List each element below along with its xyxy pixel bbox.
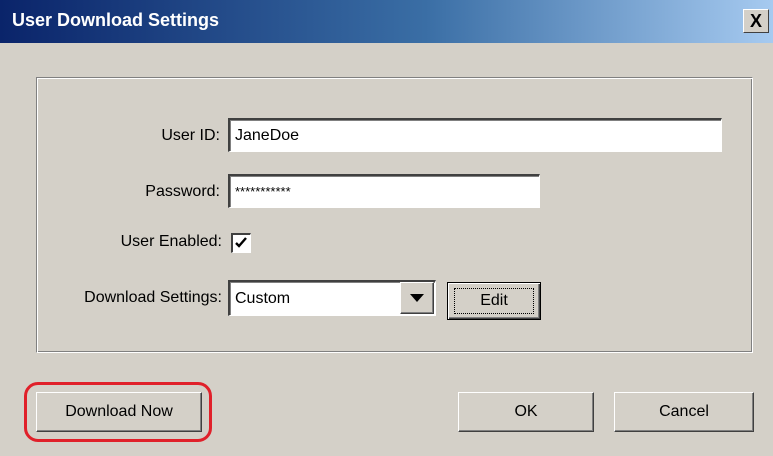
cancel-label: Cancel (659, 403, 709, 420)
dialog-title: User Download Settings (12, 10, 220, 30)
download-now-highlight (24, 382, 212, 442)
password-label: Password: (145, 183, 220, 200)
edit-focus-rect (454, 288, 534, 314)
ok-button[interactable]: OK (458, 392, 594, 432)
user-enabled-checkbox[interactable] (231, 233, 251, 253)
download-settings-dropdown-button[interactable] (400, 282, 434, 314)
user-enabled-label: User Enabled: (120, 233, 222, 250)
edit-button[interactable]: Edit (447, 282, 541, 320)
checkmark-icon (235, 237, 247, 248)
close-icon: X (749, 10, 762, 31)
user-id-label: User ID: (161, 127, 220, 144)
close-button[interactable]: X (743, 9, 769, 33)
title-bar[interactable]: User Download Settings X (0, 0, 773, 43)
user-download-settings-dialog: User Download Settings X User ID: JaneDo… (0, 0, 773, 456)
password-input[interactable]: *********** (228, 174, 540, 208)
ok-label: OK (514, 403, 538, 420)
user-id-input[interactable]: JaneDoe (228, 118, 722, 152)
cancel-button[interactable]: Cancel (614, 392, 754, 432)
chevron-down-icon (410, 294, 424, 302)
download-settings-label: Download Settings: (84, 289, 222, 306)
